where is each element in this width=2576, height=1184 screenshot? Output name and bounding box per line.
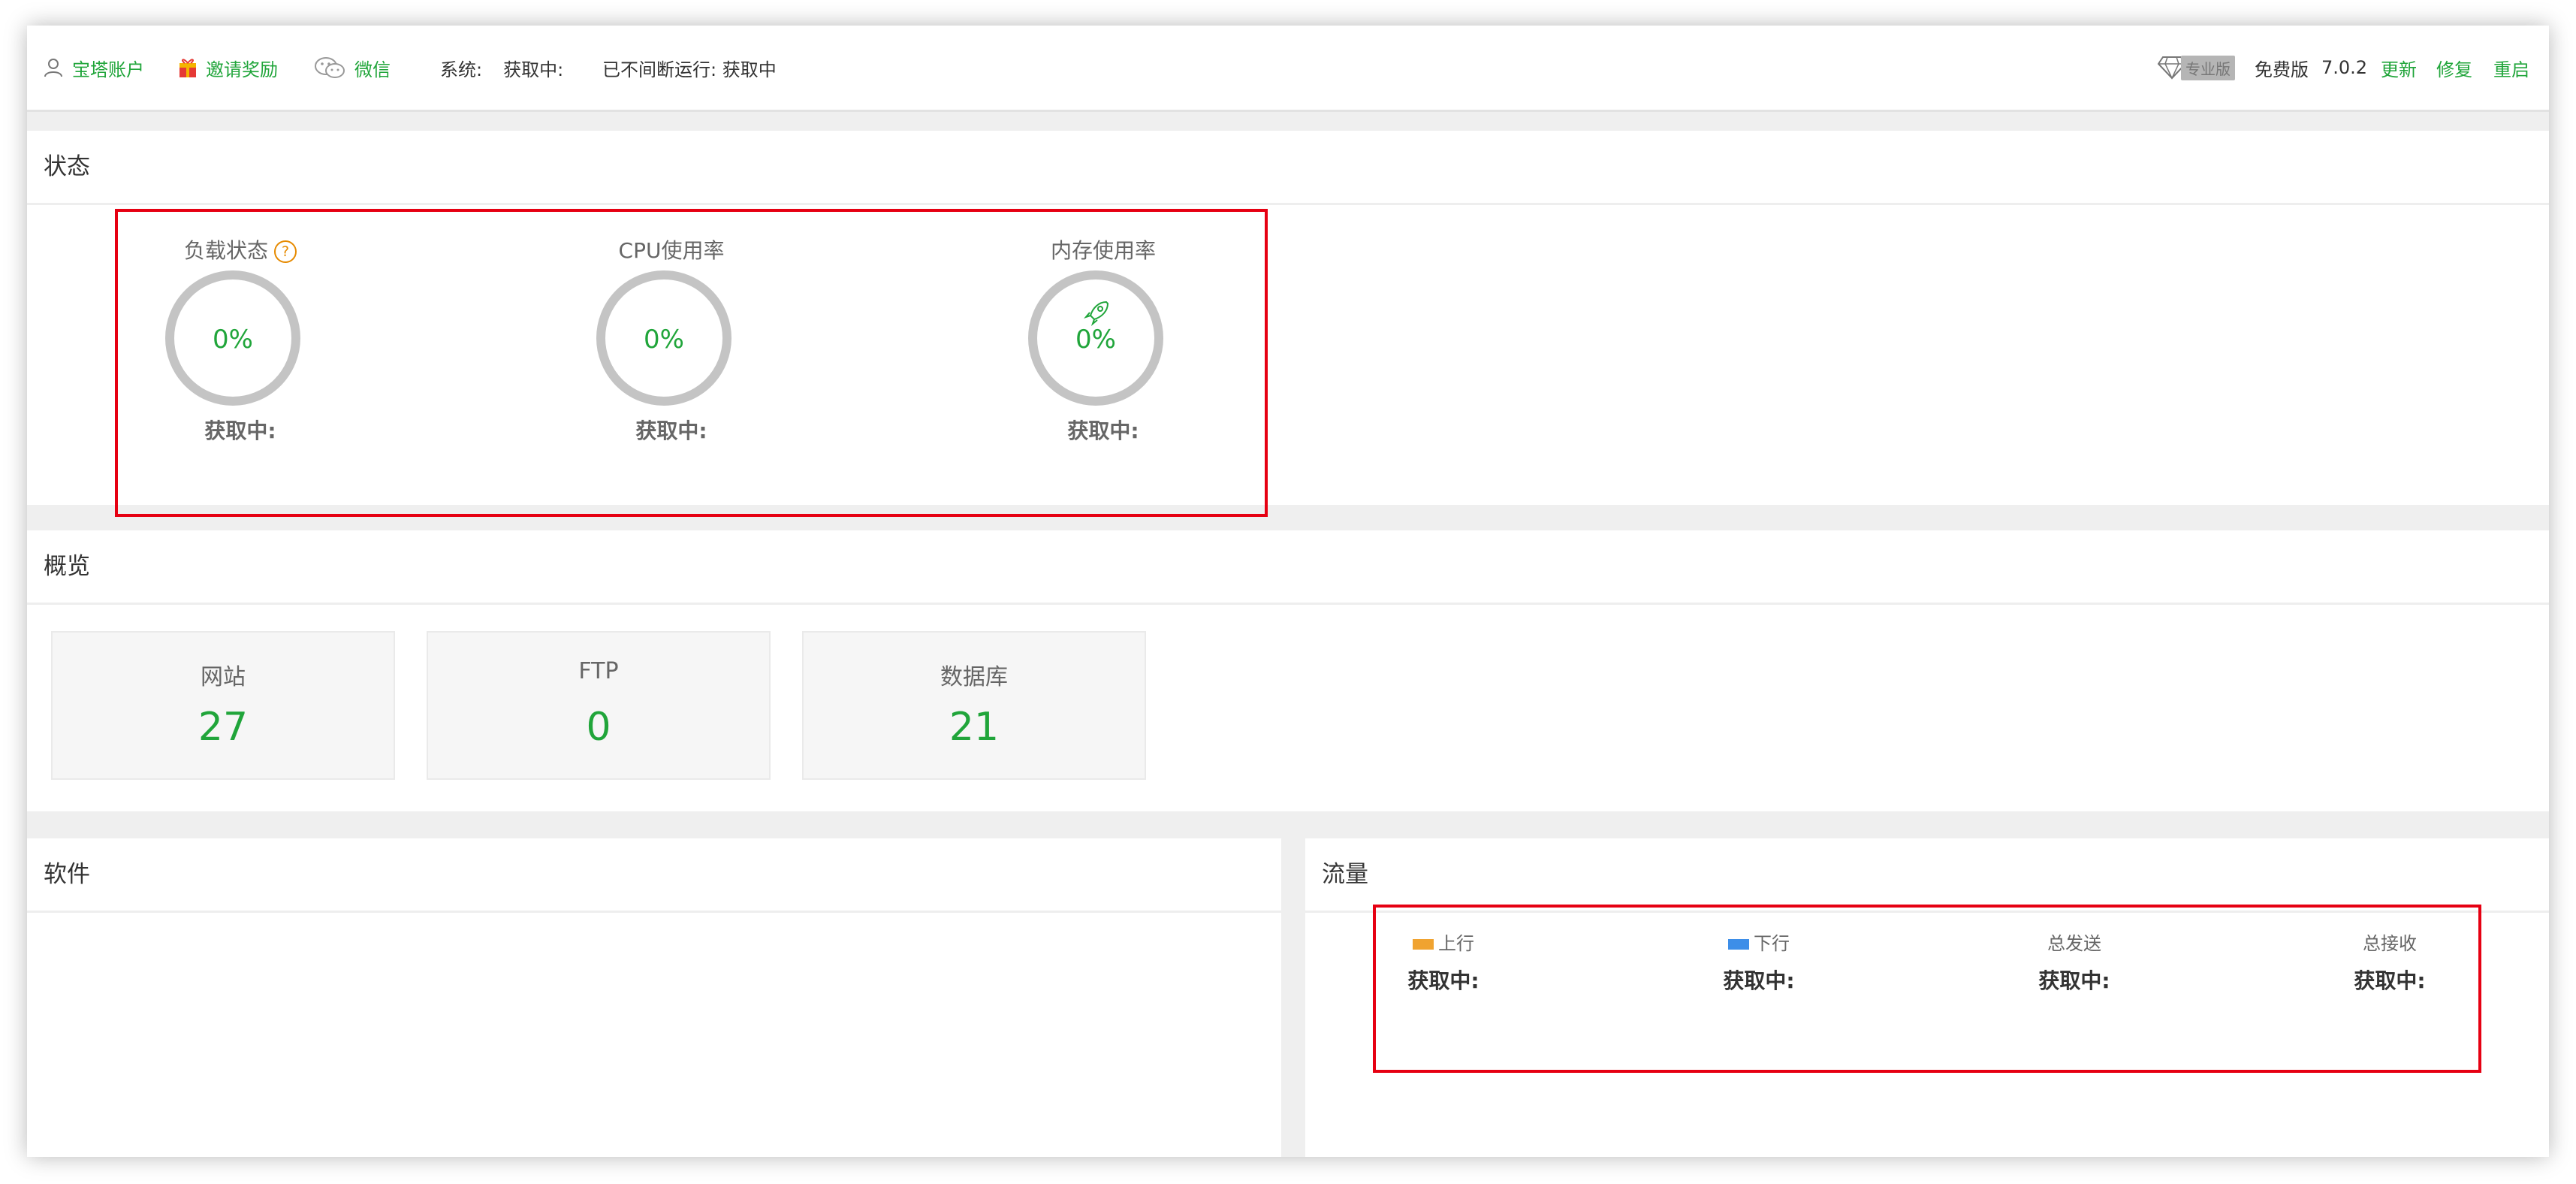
ftp-label: FTP — [578, 658, 619, 684]
top-bar: 宝塔账户 邀请奖励 微信 系统: 获取中: 已不间断运行: 获取中 专业版 免费… — [27, 26, 2549, 112]
pro-upgrade[interactable]: 专业版 — [2157, 26, 2235, 110]
app-window: 宝塔账户 邀请奖励 微信 系统: 获取中: 已不间断运行: 获取中 专业版 免费… — [27, 26, 2549, 1157]
update-link[interactable]: 更新 — [2381, 26, 2417, 110]
websites-label: 网站 — [201, 664, 246, 690]
database-label: 数据库 — [940, 664, 1008, 690]
account-label: 宝塔账户 — [72, 59, 144, 80]
system-info: 系统: 获取中: — [440, 26, 563, 110]
gift-icon — [179, 59, 196, 77]
uptime-text: 已不间断运行: 获取中 — [602, 59, 777, 80]
system-label: 系统: — [440, 59, 483, 80]
overview-panel: 概览 网站 27 FTP 0 数据库 21 — [27, 530, 2549, 811]
ftp-count: 0 — [586, 705, 611, 750]
version-label: 7.0.2 — [2321, 57, 2368, 78]
restart-link[interactable]: 重启 — [2493, 26, 2529, 110]
status-highlight-box — [115, 209, 1268, 517]
websites-count: 27 — [198, 705, 249, 750]
account-link[interactable]: 宝塔账户 — [44, 26, 144, 110]
database-card[interactable]: 数据库 21 — [802, 631, 1146, 780]
edition-label: 免费版 — [2255, 59, 2309, 80]
ftp-card[interactable]: FTP 0 — [427, 631, 771, 780]
overview-title: 概览 — [44, 553, 90, 580]
system-value: 获取中: — [503, 59, 564, 80]
status-panel-header: 状态 — [27, 131, 2549, 205]
websites-card[interactable]: 网站 27 — [51, 631, 395, 780]
overview-panel-header: 概览 — [27, 530, 2549, 605]
wechat-icon — [315, 57, 345, 78]
invite-link[interactable]: 邀请奖励 — [179, 26, 278, 110]
traffic-title: 流量 — [1322, 861, 1368, 888]
wechat-link[interactable]: 微信 — [314, 26, 391, 110]
pro-badge: 专业版 — [2181, 55, 2235, 80]
software-panel-header: 软件 — [27, 838, 1281, 913]
traffic-panel-header: 流量 — [1305, 838, 2549, 913]
user-icon — [44, 59, 62, 77]
wechat-label: 微信 — [354, 59, 391, 80]
status-title: 状态 — [44, 153, 90, 180]
software-panel: 软件 — [27, 838, 1281, 1157]
invite-label: 邀请奖励 — [206, 59, 278, 80]
traffic-highlight-box — [1373, 905, 2481, 1073]
software-title: 软件 — [44, 861, 90, 888]
repair-link[interactable]: 修复 — [2436, 26, 2472, 110]
database-count: 21 — [949, 705, 1000, 750]
